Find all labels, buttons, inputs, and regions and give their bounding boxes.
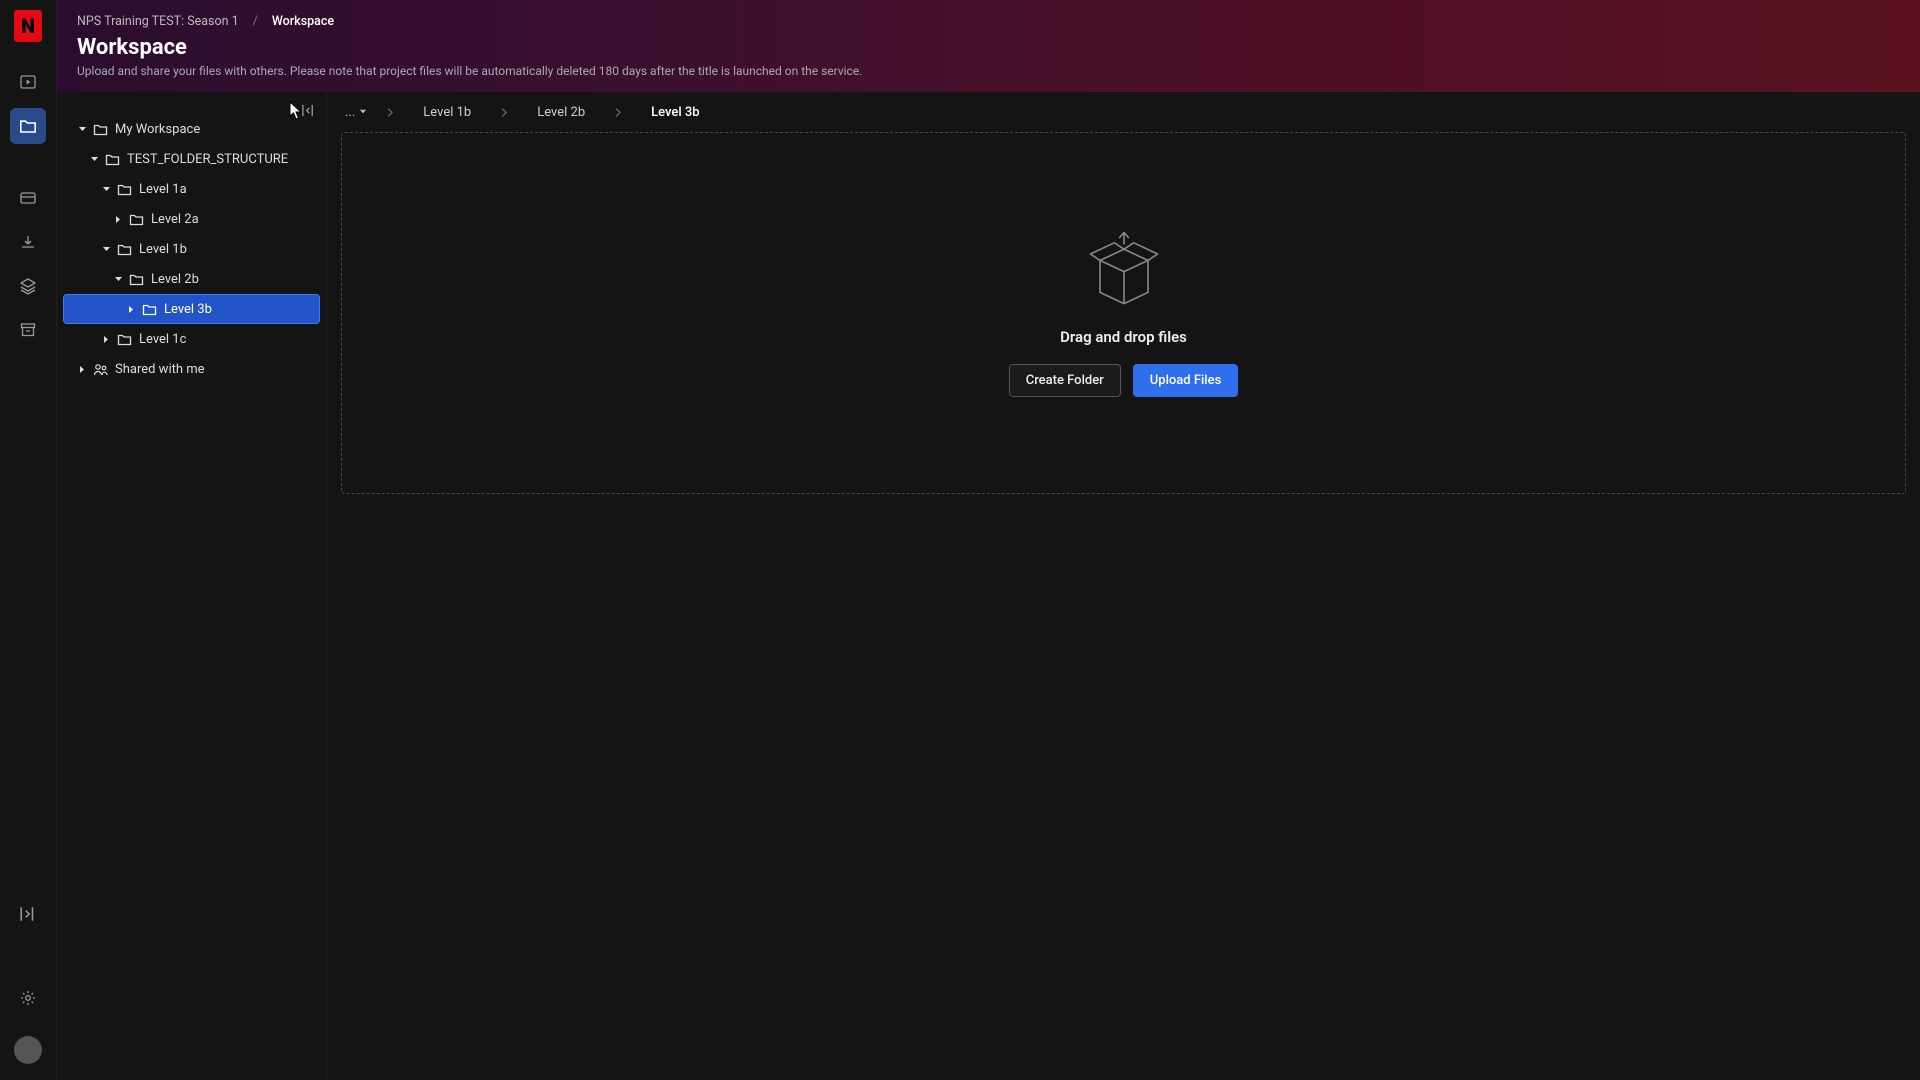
tree-level-1c[interactable]: Level 1c	[63, 324, 320, 354]
caret-down-icon	[359, 108, 367, 116]
tree-my-workspace[interactable]: My Workspace	[63, 114, 320, 144]
rail-expand[interactable]	[10, 896, 46, 932]
caret-right-icon[interactable]	[77, 364, 88, 375]
tree-label: Level 1c	[139, 332, 186, 347]
collapse-tree-button[interactable]	[298, 100, 318, 120]
folder-icon	[142, 302, 157, 317]
page-header: NPS Training TEST: Season 1 / Workspace …	[57, 0, 1920, 92]
breadcrumb-level-1b[interactable]: Level 1b	[405, 105, 489, 120]
tree-label: Level 2a	[151, 212, 199, 227]
folder-icon	[129, 212, 144, 227]
open-box-icon	[1084, 230, 1164, 310]
people-icon	[93, 362, 108, 377]
nav-rail: N	[0, 0, 57, 1080]
tree-label: Level 1b	[139, 242, 187, 257]
rail-item-layers[interactable]	[10, 268, 46, 304]
rail-item-workspace[interactable]	[10, 108, 46, 144]
chevron-right-icon	[603, 107, 633, 118]
tree-level-1b[interactable]: Level 1b	[63, 234, 320, 264]
tree-shared-with-me[interactable]: Shared with me	[63, 354, 320, 384]
tree-label: Level 2b	[151, 272, 199, 287]
tree-level-1a[interactable]: Level 1a	[63, 174, 320, 204]
breadcrumb-root[interactable]: NPS Training TEST: Season 1	[77, 14, 239, 29]
caret-right-icon[interactable]	[126, 304, 137, 315]
caret-down-icon[interactable]	[113, 274, 124, 285]
folder-tree-panel: My Workspace TEST_FOLDER_STRUCTURE Level…	[57, 92, 327, 1080]
tree-label: Level 1a	[139, 182, 187, 197]
rail-item-archive[interactable]	[10, 312, 46, 348]
folder-icon	[117, 182, 132, 197]
rail-item-media[interactable]	[10, 64, 46, 100]
path-breadcrumb: ... Level 1b Level 2b Level 3b	[327, 92, 1920, 132]
caret-down-icon[interactable]	[101, 184, 112, 195]
chevron-right-icon	[375, 107, 405, 118]
content-area: ... Level 1b Level 2b Level 3b	[327, 92, 1920, 1080]
breadcrumb-level-2b[interactable]: Level 2b	[519, 105, 603, 120]
folder-icon	[117, 332, 132, 347]
rail-item-billing[interactable]	[10, 180, 46, 216]
page-title: Workspace	[77, 35, 1900, 60]
tree-level-2a[interactable]: Level 2a	[63, 204, 320, 234]
dropzone-title: Drag and drop files	[1060, 328, 1187, 346]
chevron-right-icon	[489, 107, 519, 118]
app-logo[interactable]: N	[14, 10, 42, 42]
breadcrumb-separator: /	[253, 14, 258, 29]
rail-item-downloads[interactable]	[10, 224, 46, 260]
tree-label: Level 3b	[164, 302, 212, 317]
caret-right-icon[interactable]	[113, 214, 124, 225]
upload-files-button[interactable]: Upload Files	[1133, 364, 1239, 397]
rail-settings[interactable]	[10, 980, 46, 1016]
page-subtitle: Upload and share your files with others.…	[77, 64, 1900, 78]
breadcrumb-level-3b: Level 3b	[633, 105, 717, 120]
tree-folder-structure[interactable]: TEST_FOLDER_STRUCTURE	[63, 144, 320, 174]
tree-label: TEST_FOLDER_STRUCTURE	[127, 152, 288, 167]
caret-down-icon[interactable]	[77, 124, 88, 135]
tree-label: Shared with me	[115, 362, 205, 377]
tree-label: My Workspace	[115, 122, 200, 137]
caret-right-icon[interactable]	[101, 334, 112, 345]
caret-down-icon[interactable]	[89, 154, 100, 165]
create-folder-button[interactable]: Create Folder	[1009, 364, 1121, 397]
folder-icon	[93, 122, 108, 137]
breadcrumb-current: Workspace	[272, 14, 334, 29]
header-breadcrumb: NPS Training TEST: Season 1 / Workspace	[77, 14, 1900, 29]
tree-level-3b[interactable]: Level 3b	[63, 294, 320, 324]
caret-down-icon[interactable]	[101, 244, 112, 255]
breadcrumb-overflow[interactable]: ...	[337, 105, 375, 120]
folder-icon	[129, 272, 144, 287]
user-avatar[interactable]	[14, 1036, 42, 1064]
folder-icon	[117, 242, 132, 257]
file-dropzone[interactable]: Drag and drop files Create Folder Upload…	[341, 132, 1906, 494]
folder-icon	[105, 152, 120, 167]
tree-level-2b[interactable]: Level 2b	[63, 264, 320, 294]
